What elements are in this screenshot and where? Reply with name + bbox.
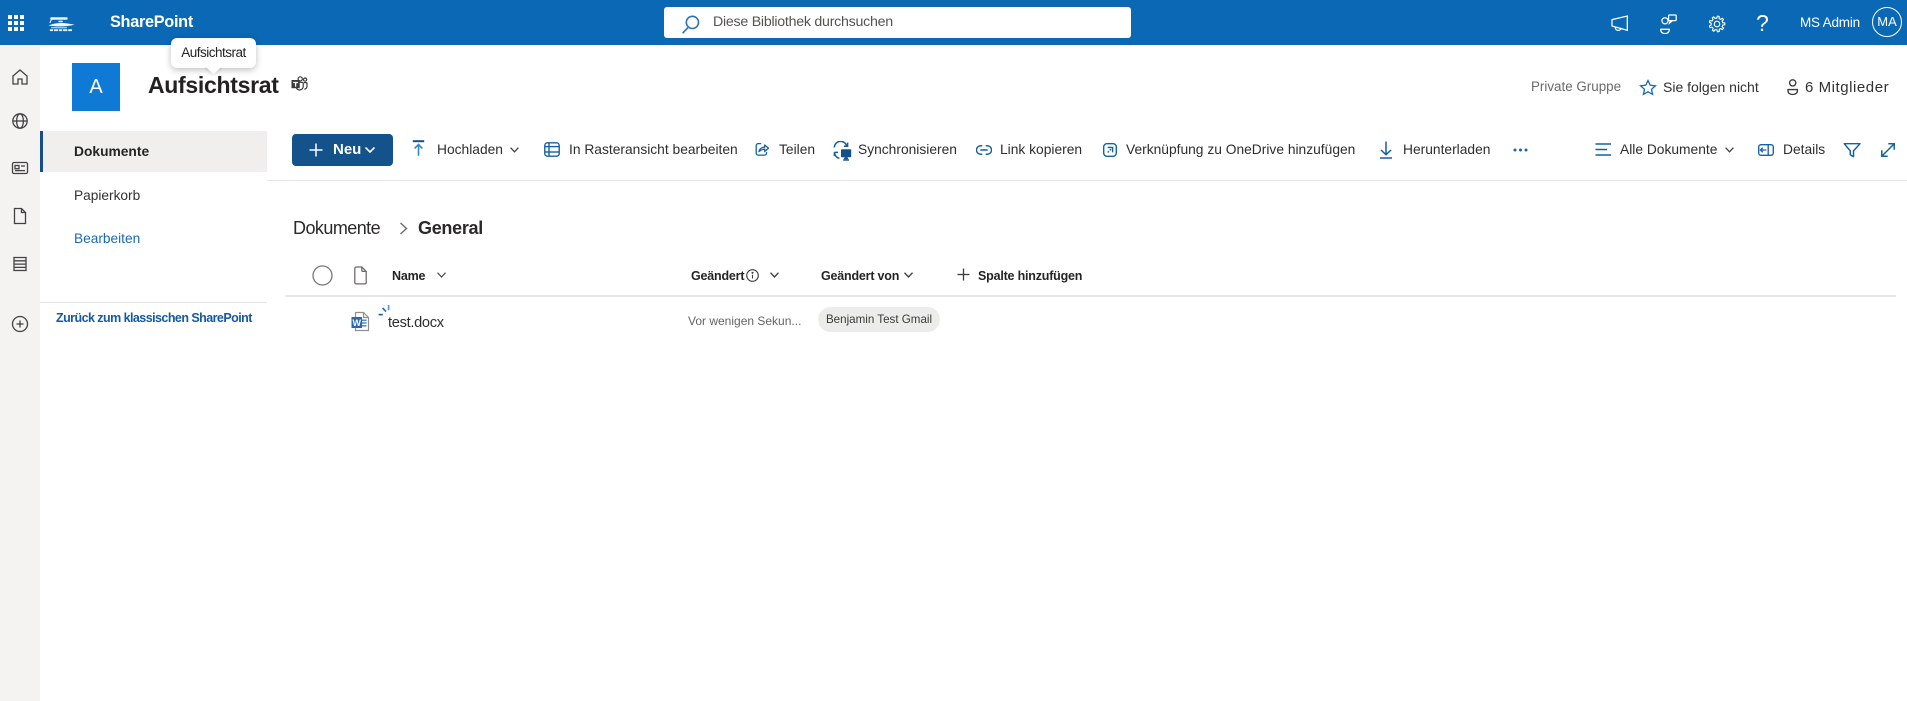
svg-text:W: W bbox=[352, 318, 361, 328]
